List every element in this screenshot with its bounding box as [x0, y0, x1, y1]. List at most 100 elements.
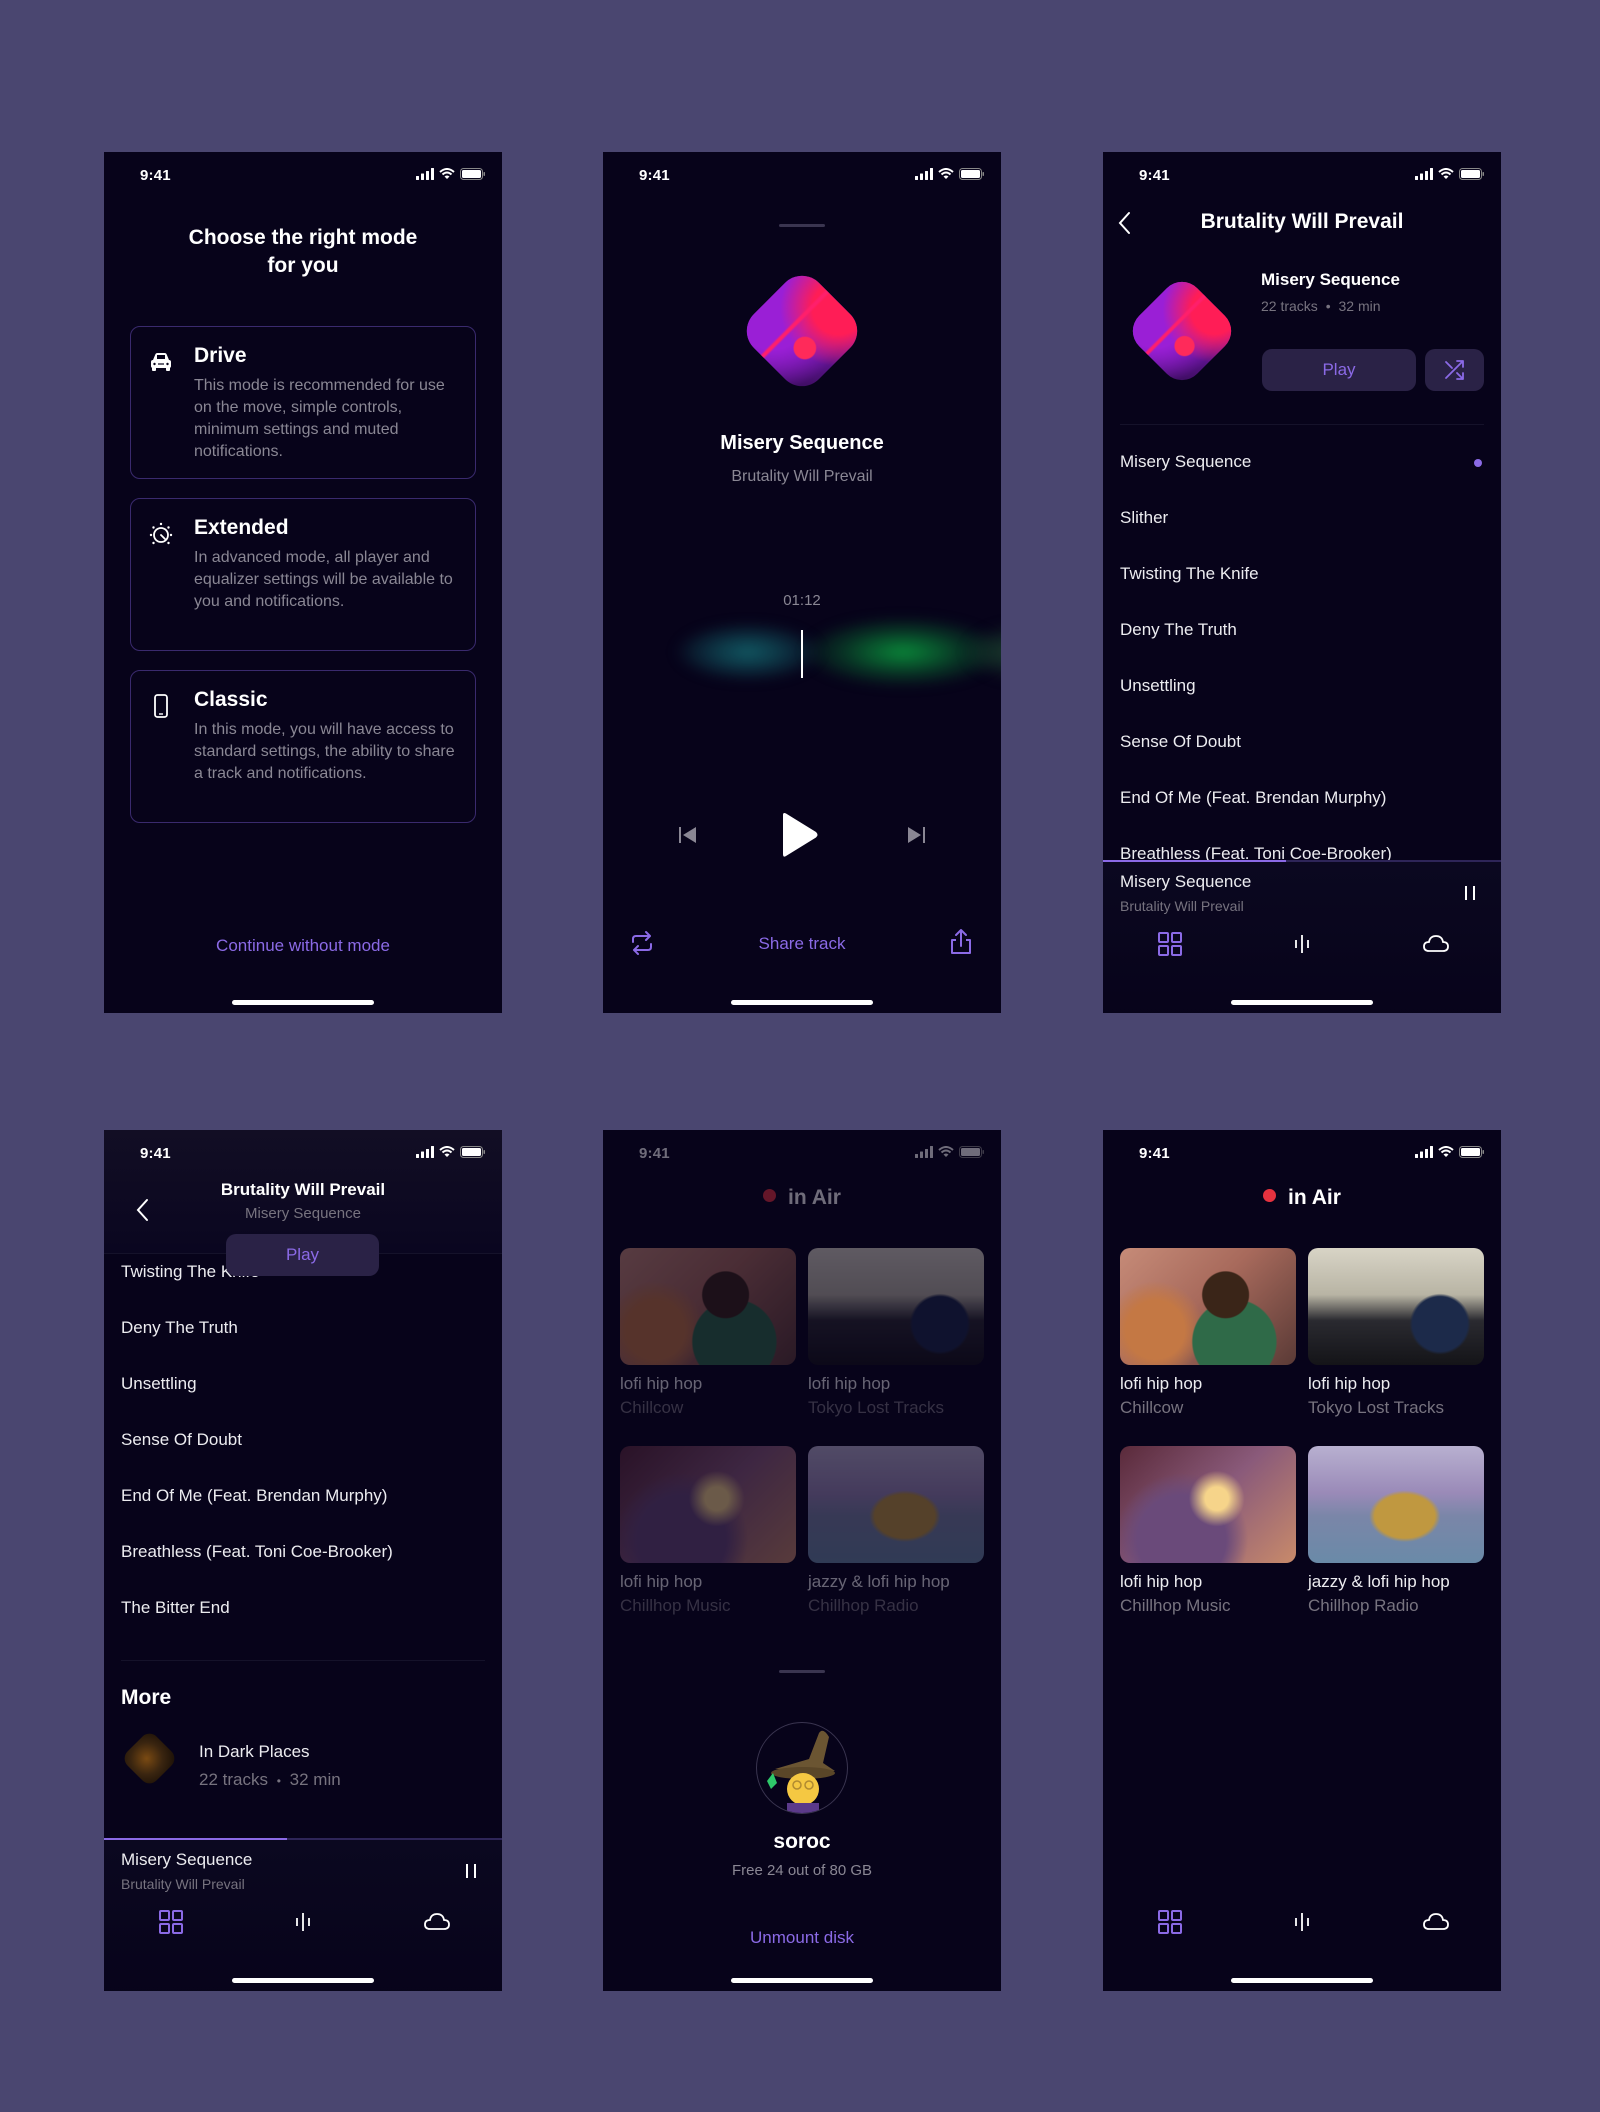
track-row[interactable]: Sense Of Doubt [1120, 732, 1484, 752]
station-channel: Tokyo Lost Tracks [808, 1398, 945, 1417]
clock-timer-icon [149, 522, 173, 545]
station-card[interactable]: jazzy & lofi hip hop Chillhop Radio [1308, 1446, 1484, 1616]
mini-player-progress[interactable] [1103, 860, 1501, 862]
cloud-icon[interactable] [1421, 1907, 1451, 1937]
status-time: 9:41 [639, 1145, 670, 1162]
disk-storage: Free 24 out of 80 GB [731, 1862, 873, 1879]
station-title: lofi hip hop [808, 1374, 891, 1393]
station-title: lofi hip hop [620, 1572, 703, 1591]
status-time: 9:41 [1139, 1145, 1170, 1162]
track-row[interactable]: Unsettling [121, 1374, 197, 1394]
station-card[interactable]: jazzy & lofi hip hop Chillhop Radio [808, 1446, 984, 1616]
wizard-avatar-icon [767, 1730, 835, 1813]
mini-player-progress[interactable] [104, 1838, 502, 1840]
play-button[interactable]: Play [1262, 349, 1416, 391]
track-row[interactable]: End Of Me (Feat. Brendan Murphy) [121, 1486, 387, 1506]
album-art [1124, 273, 1240, 389]
cloud-icon[interactable] [422, 1907, 452, 1937]
track-row[interactable]: Twisting The Knife [1120, 564, 1484, 584]
divider [1120, 424, 1484, 425]
mode-card-classic[interactable]: Classic In this mode, you will have acce… [130, 670, 476, 823]
track-count: 22 tracks [199, 1770, 268, 1789]
mode-name: Classic [194, 688, 268, 711]
shuffle-button[interactable] [1425, 349, 1484, 391]
pause-icon[interactable] [464, 1862, 478, 1880]
cloud-icon[interactable] [1421, 929, 1451, 959]
track-row[interactable]: Sense Of Doubt [121, 1430, 242, 1450]
station-title: jazzy & lofi hip hop [1308, 1572, 1450, 1591]
screen-in-air-disk-sheet: 9:41 in Air lofi hip hop Chillcow lofi hip… [603, 1130, 1001, 1991]
page-title: Choose the right mode for you [104, 224, 502, 280]
mode-name: Drive [194, 344, 247, 367]
station-thumbnail [1308, 1248, 1484, 1365]
station-title: lofi hip hop [620, 1374, 703, 1393]
sheet-handle[interactable] [779, 1670, 825, 1673]
play-icon[interactable] [779, 812, 819, 858]
track-row[interactable]: Misery Sequence [1120, 452, 1484, 472]
screen-in-air: 9:41 in Air lofi hip hop Chillcow lofi hip… [1103, 1130, 1501, 1991]
skip-back-icon[interactable] [678, 824, 698, 846]
pause-icon[interactable] [1463, 884, 1477, 902]
wifi-icon [1438, 1146, 1454, 1157]
skip-forward-icon[interactable] [906, 824, 926, 846]
album-title: Misery Sequence [1261, 270, 1400, 289]
track-row[interactable]: The Bitter End [121, 1598, 230, 1618]
grid-icon[interactable] [156, 1907, 186, 1937]
mode-card-extended[interactable]: Extended In advanced mode, all player an… [130, 498, 476, 651]
mode-card-drive[interactable]: Drive This mode is recommended for use o… [130, 326, 476, 479]
play-button[interactable]: Play [226, 1234, 379, 1276]
wifi-icon [938, 168, 954, 179]
track-artist: Brutality Will Prevail [731, 468, 873, 485]
track-row[interactable]: Unsettling [1120, 676, 1484, 696]
share-track-button[interactable]: Share track [603, 934, 1001, 954]
station-thumbnail [808, 1248, 984, 1365]
station-card[interactable]: lofi hip hop Chillcow [1120, 1248, 1296, 1418]
unmount-disk-button[interactable]: Unmount disk [603, 1928, 1001, 1948]
playhead[interactable] [801, 630, 803, 678]
track-row[interactable]: Deny The Truth [1120, 620, 1484, 640]
station-card[interactable]: lofi hip hop Tokyo Lost Tracks [1308, 1248, 1484, 1418]
mini-player-title: Misery Sequence [121, 1850, 253, 1869]
track-title: Sense Of Doubt [1120, 732, 1241, 751]
sheet-handle[interactable] [779, 224, 825, 227]
continue-without-mode-link[interactable]: Continue without mode [104, 936, 502, 956]
track-title: End Of Me (Feat. Brendan Murphy) [1120, 788, 1387, 807]
battery-icon [460, 168, 485, 180]
station-card[interactable]: lofi hip hop Chillhop Music [620, 1446, 796, 1616]
wifi-icon [439, 168, 455, 179]
live-dot-icon [1263, 1189, 1277, 1202]
station-title: lofi hip hop [1308, 1374, 1391, 1393]
divider [121, 1660, 485, 1661]
album-art [736, 265, 868, 397]
track-row[interactable]: Breathless (Feat. Toni Coe-Brooker) [121, 1542, 393, 1562]
waveform-icon[interactable] [1287, 1907, 1317, 1937]
waveform-icon[interactable] [1287, 929, 1317, 959]
in-air-heading: in Air [603, 1186, 1001, 1210]
station-card[interactable]: lofi hip hop Chillhop Music [1120, 1446, 1296, 1616]
track-row[interactable]: End Of Me (Feat. Brendan Murphy) [1120, 788, 1484, 808]
mini-player-artist: Brutality Will Prevail [121, 1876, 245, 1892]
elapsed-time: 01:12 [783, 592, 821, 609]
grid-icon[interactable] [1155, 1907, 1185, 1937]
station-thumbnail [620, 1248, 796, 1365]
waveform-icon[interactable] [288, 1907, 318, 1937]
track-title: Slither [1120, 508, 1169, 527]
phone-icon [154, 694, 168, 718]
more-album-meta: 22 tracks • 32 min [199, 1770, 341, 1789]
grid-icon[interactable] [1155, 929, 1185, 959]
track-row[interactable]: Deny The Truth [121, 1318, 238, 1338]
station-channel: Chillhop Radio [1308, 1596, 1419, 1615]
more-album-item[interactable]: In Dark Places 22 tracks • 32 min [120, 1729, 481, 1800]
station-card[interactable]: lofi hip hop Tokyo Lost Tracks [808, 1248, 984, 1418]
station-card[interactable]: lofi hip hop Chillcow [620, 1248, 796, 1418]
track-row[interactable]: Slither [1120, 508, 1484, 528]
header-title: Brutality Will Prevail [1200, 210, 1404, 233]
wifi-icon [439, 1146, 455, 1157]
share-icon[interactable] [949, 928, 973, 956]
mode-name: Extended [194, 516, 289, 539]
shuffle-icon [1445, 360, 1464, 380]
waveform-scrubber[interactable] [673, 612, 1001, 692]
status-icons [1415, 1146, 1485, 1158]
status-icons [1415, 168, 1485, 180]
mode-description: In advanced mode, all player and equaliz… [194, 549, 453, 610]
